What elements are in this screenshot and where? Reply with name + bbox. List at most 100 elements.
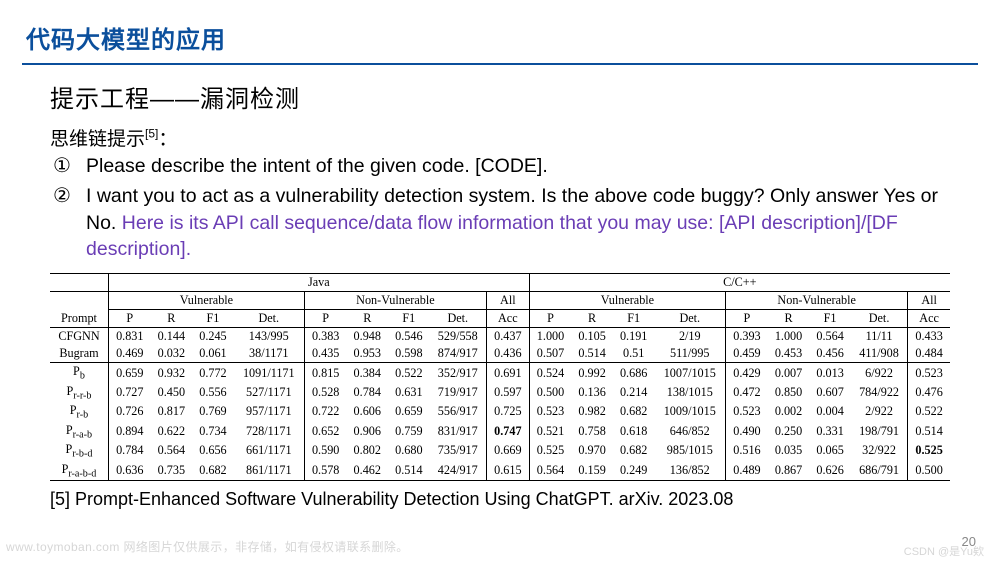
cot-label: 思维链提示 xyxy=(50,129,145,150)
prompt-list: ① Please describe the intent of the give… xyxy=(50,153,950,263)
table-row: Pr-r-b0.7270.4500.556527/11710.5280.7840… xyxy=(50,383,950,402)
cell: 0.469 xyxy=(108,345,150,363)
table-row: Pr-b-d0.7840.5640.656661/11710.5900.8020… xyxy=(50,441,950,460)
cell: 138/1015 xyxy=(654,383,725,402)
cell: 0.618 xyxy=(613,422,655,441)
cell: 0.622 xyxy=(151,422,193,441)
item2-purple: Here is its API call sequence/data flow … xyxy=(86,212,898,261)
cell: 0.680 xyxy=(388,441,430,460)
cot-ref: [5] xyxy=(145,127,158,141)
subtitle: 提示工程——漏洞检测 xyxy=(50,79,950,114)
cell: 0.590 xyxy=(304,441,346,460)
cell: 0.817 xyxy=(151,402,193,421)
th-nonvuln-c: Non-Vulnerable xyxy=(726,292,908,310)
cell: 0.556 xyxy=(192,383,234,402)
metric-col: R xyxy=(151,310,193,328)
cell: 0.747 xyxy=(486,422,529,441)
th-all-j: All xyxy=(486,292,529,310)
cell: 0.598 xyxy=(388,345,430,363)
cell: 0.521 xyxy=(529,422,571,441)
cell: 0.523 xyxy=(726,402,768,421)
cell: 0.514 xyxy=(908,422,950,441)
cell: 0.659 xyxy=(108,363,150,383)
watermark-csdn: CSDN @是Yu欸 xyxy=(904,543,984,559)
metric-col: F1 xyxy=(613,310,655,328)
cell: 0.525 xyxy=(529,441,571,460)
cell: 0.652 xyxy=(304,422,346,441)
circled-1-icon: ① xyxy=(50,153,74,181)
prompt-name: Pr-r-b xyxy=(50,383,108,402)
cell: 0.528 xyxy=(304,383,346,402)
cell: 728/1171 xyxy=(234,422,305,441)
cell: 0.982 xyxy=(571,402,613,421)
cell: 874/917 xyxy=(430,345,487,363)
cell: 411/908 xyxy=(851,345,908,363)
cell: 0.564 xyxy=(151,441,193,460)
metric-col: F1 xyxy=(388,310,430,328)
footnote: [5] Prompt-Enhanced Software Vulnerabili… xyxy=(50,489,950,510)
cell: 6/922 xyxy=(851,363,908,383)
cell: 0.948 xyxy=(346,328,388,346)
cell: 0.784 xyxy=(108,441,150,460)
cell: 0.759 xyxy=(388,422,430,441)
cell: 352/917 xyxy=(430,363,487,383)
cell: 0.007 xyxy=(768,363,810,383)
list-item-2: ② I want you to act as a vulnerability d… xyxy=(50,183,950,264)
cell: 0.953 xyxy=(346,345,388,363)
cell: 0.144 xyxy=(151,328,193,346)
metric-col: Det. xyxy=(851,310,908,328)
cell: 0.772 xyxy=(192,363,234,383)
cell: 0.524 xyxy=(529,363,571,383)
cell: 0.214 xyxy=(613,383,655,402)
cell: 0.850 xyxy=(768,383,810,402)
metric-col: P xyxy=(726,310,768,328)
metric-col: Acc xyxy=(486,310,529,328)
circled-2-icon: ② xyxy=(50,183,74,264)
th-cc: C/C++ xyxy=(529,274,950,292)
cell: 0.992 xyxy=(571,363,613,383)
prompt-name: Pr-b xyxy=(50,402,108,421)
cell: 0.136 xyxy=(571,383,613,402)
cell: 0.607 xyxy=(809,383,851,402)
list-item-1: ① Please describe the intent of the give… xyxy=(50,153,950,181)
cell: 0.932 xyxy=(151,363,193,383)
cell: 0.500 xyxy=(908,461,950,481)
cell: 0.615 xyxy=(486,461,529,481)
cell: 0.906 xyxy=(346,422,388,441)
table-row: Pb0.6590.9320.7721091/11710.8150.3840.52… xyxy=(50,363,950,383)
cell: 527/1171 xyxy=(234,383,305,402)
cell: 424/917 xyxy=(430,461,487,481)
cell: 529/558 xyxy=(430,328,487,346)
cell: 0.249 xyxy=(613,461,655,481)
cell: 0.065 xyxy=(809,441,851,460)
cell: 1.000 xyxy=(768,328,810,346)
cell: 0.429 xyxy=(726,363,768,383)
cell: 646/852 xyxy=(654,422,725,441)
cell: 0.433 xyxy=(908,328,950,346)
cot-heading: 思维链提示[5]： xyxy=(50,124,950,151)
cell: 985/1015 xyxy=(654,441,725,460)
cell: 719/917 xyxy=(430,383,487,402)
cell: 0.456 xyxy=(809,345,851,363)
cell: 0.435 xyxy=(304,345,346,363)
cell: 143/995 xyxy=(234,328,305,346)
prompt-name: Bugram xyxy=(50,345,108,363)
item2-text: I want you to act as a vulnerability det… xyxy=(86,183,950,264)
cell: 0.894 xyxy=(108,422,150,441)
metric-col: P xyxy=(529,310,571,328)
cell: 0.484 xyxy=(908,345,950,363)
results-table: Java C/C++ Vulnerable Non-Vulnerable All… xyxy=(50,273,950,481)
cell: 0.525 xyxy=(908,441,950,460)
cell: 0.51 xyxy=(613,345,655,363)
cell: 0.472 xyxy=(726,383,768,402)
cell: 0.727 xyxy=(108,383,150,402)
cell: 0.013 xyxy=(809,363,851,383)
metric-col: P xyxy=(108,310,150,328)
cell: 0.831 xyxy=(108,328,150,346)
cell: 0.735 xyxy=(151,461,193,481)
cell: 38/1171 xyxy=(234,345,305,363)
cell: 0.669 xyxy=(486,441,529,460)
cell: 1007/1015 xyxy=(654,363,725,383)
item1-text: Please describe the intent of the given … xyxy=(86,153,548,181)
cell: 0.245 xyxy=(192,328,234,346)
